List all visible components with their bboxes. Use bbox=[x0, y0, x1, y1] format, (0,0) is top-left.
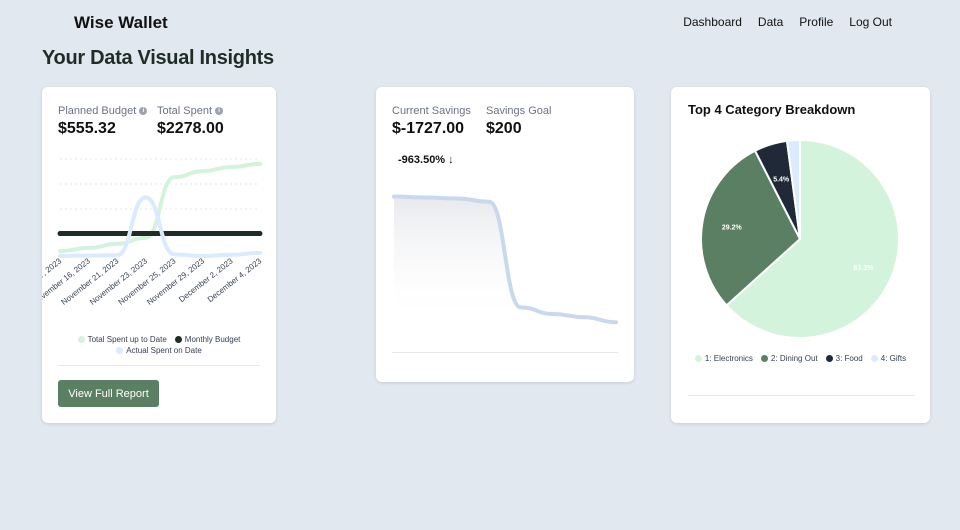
nav-profile[interactable]: Profile bbox=[799, 15, 833, 29]
savings-goal-value: $200 bbox=[486, 120, 522, 137]
savings-goal-stat: Savings Goal $200 bbox=[486, 105, 551, 138]
legend-swatch bbox=[825, 355, 833, 362]
legend-item[interactable]: Total Spent up to Date bbox=[77, 335, 167, 344]
top-nav: Dashboard Data Profile Log Out bbox=[683, 15, 892, 29]
pie-slice-label: 29.2% bbox=[722, 224, 743, 231]
total-spent-label: Total Spent bbox=[157, 105, 213, 117]
x-tick-label: December 4, 2023 bbox=[206, 256, 264, 304]
pie-legend: 1: Electronics 2: Dining Out 3: Food 4: … bbox=[686, 354, 915, 363]
legend-swatch bbox=[760, 355, 768, 362]
nav-data[interactable]: Data bbox=[758, 15, 783, 29]
legend-item[interactable]: Monthly Budget bbox=[174, 335, 241, 344]
legend-label: Total Spent up to Date bbox=[87, 335, 167, 344]
info-icon[interactable]: i bbox=[215, 107, 224, 115]
spending-line-chart: r 7, 2023November 16, 2023November 21, 2… bbox=[42, 158, 264, 307]
savings-change-indicator: -963.50% ↓ bbox=[398, 154, 454, 166]
legend-label: 1: Electronics bbox=[704, 354, 753, 363]
divider bbox=[58, 365, 260, 366]
legend-item[interactable]: 2: Dining Out bbox=[760, 354, 818, 363]
planned-budget-stat: Planned Budget i $555.32 bbox=[58, 105, 148, 138]
legend-label: 2: Dining Out bbox=[770, 354, 818, 363]
page-title: Your Data Visual Insights bbox=[42, 47, 274, 69]
pie-slice-label: 63.3% bbox=[853, 265, 874, 272]
nav-logout[interactable]: Log Out bbox=[849, 15, 892, 29]
series-line bbox=[58, 161, 262, 254]
savings-card: Current Savings $-1727.00 Savings Goal $… bbox=[376, 87, 634, 382]
category-card-title: Top 4 Category Breakdown bbox=[688, 102, 856, 117]
legend-label: Actual Spent on Date bbox=[126, 346, 202, 355]
legend-swatch bbox=[116, 347, 124, 354]
legend-item[interactable]: 1: Electronics bbox=[694, 354, 753, 363]
planned-budget-label: Planned Budget bbox=[58, 105, 137, 117]
divider bbox=[392, 352, 618, 353]
legend-label: 4: Gifts bbox=[880, 354, 907, 363]
total-spent-value: $2278.00 bbox=[157, 120, 224, 137]
legend-label: 3: Food bbox=[835, 354, 863, 363]
legend-swatch bbox=[174, 336, 182, 343]
nav-dashboard[interactable]: Dashboard bbox=[683, 15, 742, 29]
current-savings-label: Current Savings bbox=[392, 105, 471, 117]
savings-area-chart bbox=[392, 194, 618, 327]
current-savings-stat: Current Savings $-1727.00 bbox=[392, 105, 471, 138]
divider bbox=[688, 395, 914, 396]
budget-chart-legend: Total Spent up to Date Monthly Budget Ac… bbox=[52, 335, 266, 355]
brand-logo[interactable]: Wise Wallet bbox=[74, 13, 168, 33]
legend-swatch bbox=[870, 355, 878, 362]
legend-label: Monthly Budget bbox=[184, 335, 241, 344]
legend-item[interactable]: Actual Spent on Date bbox=[116, 346, 202, 355]
planned-budget-value: $555.32 bbox=[58, 120, 116, 137]
view-full-report-button[interactable]: View Full Report bbox=[58, 380, 159, 407]
legend-swatch bbox=[694, 355, 702, 362]
savings-goal-label: Savings Goal bbox=[486, 105, 552, 117]
legend-swatch bbox=[77, 336, 85, 343]
category-pie-chart: 63.3% 29.2% 5.4% bbox=[700, 138, 900, 339]
pie-slice-label: 5.4% bbox=[773, 176, 790, 183]
legend-item[interactable]: 3: Food bbox=[825, 354, 863, 363]
current-savings-value: $-1727.00 bbox=[392, 120, 465, 137]
category-card: Top 4 Category Breakdown 63.3% 29.2% 5.4% … bbox=[671, 87, 930, 423]
total-spent-stat: Total Spent i $2278.00 bbox=[157, 105, 224, 138]
info-icon[interactable]: i bbox=[139, 107, 148, 115]
legend-item[interactable]: 4: Gifts bbox=[870, 354, 907, 363]
budget-card: Planned Budget i $555.32 Total Spent i $… bbox=[42, 87, 276, 423]
